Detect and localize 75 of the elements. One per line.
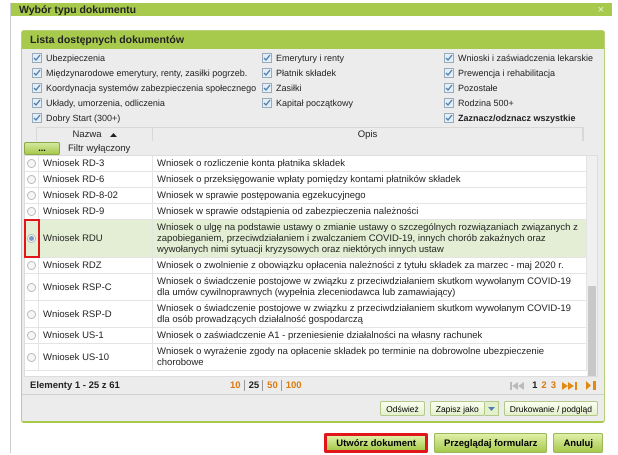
table-row[interactable]: Wniosek RD-3 Wniosek o rozliczenie konta płatnika składek [25,156,587,172]
column-header[interactable]: Nazwa [37,128,153,141]
pager-summary: Elementy 1 - 25 z 61 [30,380,121,391]
table-row[interactable]: Wniosek US-10 Wniosek o wyrażenie zgody na opłacenie składek po terminie na dobrowolne ubezpieczenie chorobowe [25,344,587,371]
checkbox[interactable] [262,83,272,93]
table-cell: Wniosek RSP-C [39,274,153,300]
radio-button[interactable] [27,282,36,292]
column-header[interactable]: Opis [153,128,583,141]
checkbox[interactable] [32,53,42,63]
radio-button[interactable] [27,234,36,243]
scrollbar-thumb[interactable] [588,286,596,376]
table-cell: Wniosek RD-9 [39,204,153,219]
table-row[interactable]: Wniosek RD-8-02 Wniosek w sprawie postępowania egzekucyjnego [25,188,587,204]
radio-button[interactable] [27,352,36,362]
checkbox-label: Dobry Start (300+) [46,113,120,123]
scrollbar[interactable] [587,156,597,376]
page-size-link[interactable]: 25 [244,380,260,391]
table-row[interactable]: Wniosek RSP-C Wniosek o świadczenie postojowe w związku z przeciwdziałaniem skutkom wywołanym COVID-19 dla umów cywilnoprawnych (wypełnia zleceniodawca lub zamawiający) [25,274,587,301]
checkbox-label: Płatnik składek [276,68,336,78]
checkbox[interactable] [32,68,42,78]
table-row[interactable]: Wniosek RD-6 Wniosek o przeksięgowanie wpłaty pomiędzy kontami płatników składek [25,172,587,188]
expand-icon[interactable] [586,381,596,390]
checkbox-label: Międzynarodowe emerytury, renty, zasiłki pogrzeb. [46,68,248,78]
checkbox-label: Pozostałe [458,83,498,93]
checkbox-label: Ubezpieczenia [46,53,106,63]
table-cell: Wniosek RD-3 [39,156,153,171]
table-row[interactable]: Wniosek US-1 Wniosek o zaświadczenie A1 - przeniesienie działalności na własny rachunek [25,328,587,344]
radio-button[interactable] [27,310,36,318]
checkbox[interactable] [262,98,272,108]
filter-button[interactable]: ... [24,142,60,154]
checkbox[interactable] [444,98,454,108]
checkbox-label: Układy, umorzenia, odliczenia [46,98,165,108]
table-cell: Wniosek RD-8-02 [39,188,153,203]
table-row[interactable]: Wniosek RD-9 Wniosek w sprawie odstąpienia od zabezpieczenia należności [25,204,587,220]
radio-button[interactable] [27,331,36,340]
table-cell: Wniosek RD-6 [39,172,153,187]
dialog-button[interactable]: Utwórz dokument [324,433,428,453]
checkbox[interactable] [444,53,454,63]
table-row[interactable] [25,220,587,258]
dialog-button[interactable]: Przeglądaj formularz [434,433,548,453]
table-row[interactable]: Wniosek RDZ Wniosek o zwolnienie z obowiązku opłacenia należności z tytułu składek za marzec - maj 2020 r. [25,258,587,274]
checkbox-label: Kapitał początkowy [276,98,354,108]
table-cell: Wniosek US-1 [39,328,153,343]
checkbox[interactable] [444,68,454,78]
checkbox-label: Emerytury i renty [276,53,344,63]
checkbox-label: Zasiłki [276,83,302,93]
dialog-button[interactable]: Anuluj [553,433,603,453]
checkbox-label: Rodzina 500+ [458,98,514,108]
panel-title: Lista dostępnych dokumentów [22,31,604,49]
checkbox-label: Koordynacja systemów zabezpieczenia społecznego [46,83,256,93]
table-cell: Wniosek RDZ [39,258,153,273]
sort-ascending-icon [110,132,117,136]
print-preview-button[interactable]: Drukowanie / podgląd [504,401,598,416]
table-cell: Wniosek US-10 [39,344,153,370]
checkbox-label: Prewencja i rehabilitacja [458,68,556,78]
checkbox[interactable] [262,53,272,63]
checkbox-label: Wnioski i zaświadczenia lekarskie [458,53,594,63]
filter-status: Filtr wyłączony [68,142,130,154]
window-title: Wybór typu dokumentu [19,4,136,16]
checkbox[interactable] [444,113,454,123]
refresh-button[interactable]: Odśwież [380,401,425,416]
page-link[interactable]: 1 [532,380,538,391]
radio-button[interactable] [27,261,36,270]
checkbox[interactable] [444,83,454,93]
checkbox[interactable] [32,83,42,93]
table-cell: Wniosek RSP-D [39,301,153,327]
table-row[interactable]: Wniosek RSP-D Wniosek o świadczenie postojowe w związku z przeciwdziałaniem skutkom wywołanym COVID-19 dla osób prowadzących działalność gospodarczą [25,301,587,328]
save-as-button[interactable]: Zapisz jako [430,401,485,416]
checkbox[interactable] [262,68,272,78]
checkbox[interactable] [32,113,42,123]
caret-icon[interactable] [484,401,499,416]
last-page-icon[interactable] [562,382,578,390]
checkbox[interactable] [32,98,42,108]
table-cell: Wniosek RDU [39,220,153,257]
checkbox-label: Zaznacz/odznacz wszystkie [458,113,576,123]
